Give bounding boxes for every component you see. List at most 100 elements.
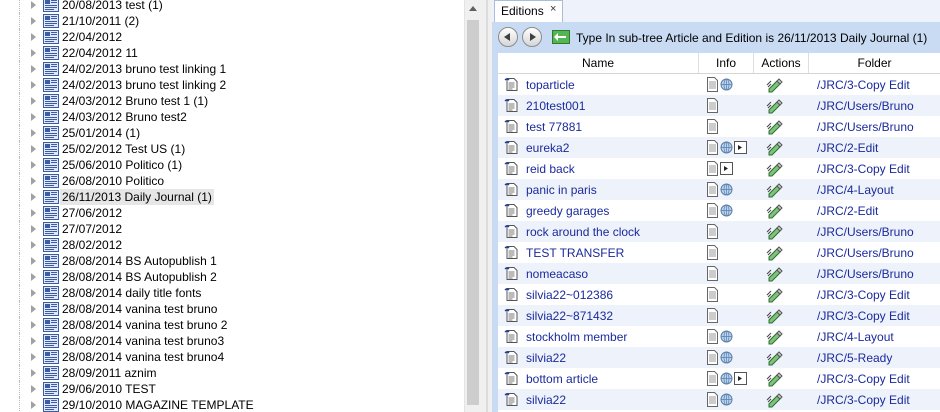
edit-icon[interactable]: [766, 265, 784, 282]
table-row[interactable]: greedy garages/JRC/2-Edit: [498, 200, 940, 221]
globe-icon[interactable]: [720, 140, 733, 155]
expand-arrow-icon[interactable]: [31, 49, 36, 57]
edit-icon[interactable]: [766, 97, 784, 114]
expand-arrow-icon[interactable]: [31, 225, 36, 233]
article-name[interactable]: TEST TRANSFER: [526, 246, 624, 260]
expand-arrow-icon[interactable]: [31, 129, 36, 137]
article-name[interactable]: panic in paris: [526, 183, 597, 197]
scroll-thumb[interactable]: [467, 20, 479, 405]
globe-icon[interactable]: [720, 182, 733, 197]
edit-icon[interactable]: [766, 118, 784, 135]
doc-icon[interactable]: [706, 182, 719, 197]
table-row[interactable]: test 77881/JRC/Users/Bruno: [498, 116, 940, 137]
table-row[interactable]: stockholm member/JRC/4-Layout: [498, 326, 940, 347]
expand-arrow-icon[interactable]: [31, 193, 36, 201]
tree-item[interactable]: 24/02/2013 bruno test linking 2: [0, 77, 464, 93]
table-row[interactable]: silvia22~012386/JRC/3-Copy Edit: [498, 284, 940, 305]
doc-icon[interactable]: [706, 119, 719, 134]
tree-item[interactable]: 28/08/2014 BS Autopublish 1: [0, 253, 464, 269]
tree-scrollbar[interactable]: [464, 0, 482, 412]
tree-item[interactable]: 28/08/2014 BS Autopublish 2: [0, 269, 464, 285]
doc-icon[interactable]: [706, 245, 719, 260]
expand-arrow-icon[interactable]: [31, 385, 36, 393]
edit-icon[interactable]: [766, 139, 784, 156]
close-icon[interactable]: ×: [550, 3, 556, 15]
folder-path[interactable]: /JRC/3-Copy Edit: [809, 372, 940, 386]
tree-item[interactable]: 20/08/2013 test (1): [0, 0, 464, 13]
edit-icon[interactable]: [766, 391, 784, 408]
expand-arrow-icon[interactable]: [31, 81, 36, 89]
expand-arrow-icon[interactable]: [31, 65, 36, 73]
doc-icon[interactable]: [706, 77, 719, 92]
tree-item[interactable]: 22/04/2012: [0, 29, 464, 45]
column-header-folder[interactable]: Folder: [809, 53, 940, 73]
table-row[interactable]: TEST TRANSFER/JRC/Users/Bruno: [498, 242, 940, 263]
folder-path[interactable]: /JRC/3-Copy Edit: [809, 393, 940, 407]
tree-item[interactable]: 26/08/2010 Politico: [0, 173, 464, 189]
doc-icon[interactable]: [706, 266, 719, 281]
table-row[interactable]: silvia22/JRC/3-Copy Edit: [498, 389, 940, 410]
article-name[interactable]: nomeacaso: [526, 267, 588, 281]
table-row[interactable]: panic in paris/JRC/4-Layout: [498, 179, 940, 200]
article-name[interactable]: rock around the clock: [526, 225, 640, 239]
expand-arrow-icon[interactable]: [31, 289, 36, 297]
article-name[interactable]: silvia22~012386: [526, 288, 613, 302]
edit-icon[interactable]: [766, 328, 784, 345]
article-name[interactable]: silvia22~871432: [526, 309, 613, 323]
article-name[interactable]: greedy garages: [526, 204, 609, 218]
export-icon[interactable]: [734, 371, 747, 386]
pane-splitter[interactable]: [482, 0, 492, 412]
edit-icon[interactable]: [766, 244, 784, 261]
edit-icon[interactable]: [766, 76, 784, 93]
expand-arrow-icon[interactable]: [31, 321, 36, 329]
back-button[interactable]: [498, 27, 518, 47]
folder-path[interactable]: /JRC/4-Layout: [809, 183, 940, 197]
tree-item[interactable]: 28/08/2014 vanina test bruno: [0, 301, 464, 317]
edit-icon[interactable]: [766, 370, 784, 387]
globe-icon[interactable]: [720, 350, 733, 365]
table-row[interactable]: toparticle/JRC/3-Copy Edit: [498, 74, 940, 95]
tree-item[interactable]: 28/02/2012: [0, 237, 464, 253]
tree-item[interactable]: 25/01/2014 (1): [0, 125, 464, 141]
folder-path[interactable]: /JRC/5-Ready: [809, 351, 940, 365]
folder-path[interactable]: /JRC/Users/Bruno: [809, 225, 940, 239]
globe-icon[interactable]: [720, 371, 733, 386]
tree-item[interactable]: 24/03/2012 Bruno test2: [0, 109, 464, 125]
article-name[interactable]: silvia22: [526, 393, 566, 407]
scroll-up-arrow-icon[interactable]: [469, 6, 477, 11]
edit-icon[interactable]: [766, 307, 784, 324]
tree-item[interactable]: 28/09/2011 aznim: [0, 365, 464, 381]
tree-item[interactable]: 28/08/2014 vanina test bruno 2: [0, 317, 464, 333]
folder-path[interactable]: /JRC/4-Layout: [809, 330, 940, 344]
article-name[interactable]: bottom article: [526, 372, 598, 386]
tree-item[interactable]: 28/08/2014 vanina test bruno3: [0, 333, 464, 349]
expand-arrow-icon[interactable]: [31, 337, 36, 345]
article-name[interactable]: reid back: [526, 162, 575, 176]
doc-icon[interactable]: [706, 350, 719, 365]
doc-icon[interactable]: [706, 287, 719, 302]
folder-path[interactable]: /JRC/3-Copy Edit: [809, 288, 940, 302]
doc-icon[interactable]: [706, 161, 719, 176]
article-name[interactable]: silvia22: [526, 351, 566, 365]
doc-icon[interactable]: [706, 392, 719, 407]
up-level-button[interactable]: [552, 30, 570, 44]
tree-item[interactable]: 25/06/2010 Politico (1): [0, 157, 464, 173]
export-icon[interactable]: [720, 161, 733, 176]
doc-icon[interactable]: [706, 329, 719, 344]
article-name[interactable]: test 77881: [526, 120, 582, 134]
folder-path[interactable]: /JRC/Users/Bruno: [809, 246, 940, 260]
expand-arrow-icon[interactable]: [31, 305, 36, 313]
folder-path[interactable]: /JRC/2-Edit: [809, 204, 940, 218]
tree-item[interactable]: 22/04/2012 11: [0, 45, 464, 61]
folder-path[interactable]: /JRC/3-Copy Edit: [809, 78, 940, 92]
article-name[interactable]: eureka2: [526, 141, 569, 155]
expand-arrow-icon[interactable]: [31, 241, 36, 249]
folder-path[interactable]: /JRC/Users/Bruno: [809, 120, 940, 134]
column-header-actions[interactable]: Actions: [754, 53, 809, 73]
folder-path[interactable]: /JRC/Users/Bruno: [809, 99, 940, 113]
tree-item[interactable]: 25/02/2012 Test US (1): [0, 141, 464, 157]
tree-item[interactable]: 26/11/2013 Daily Journal (1): [0, 189, 464, 205]
doc-icon[interactable]: [706, 203, 719, 218]
doc-icon[interactable]: [706, 140, 719, 155]
expand-arrow-icon[interactable]: [31, 353, 36, 361]
